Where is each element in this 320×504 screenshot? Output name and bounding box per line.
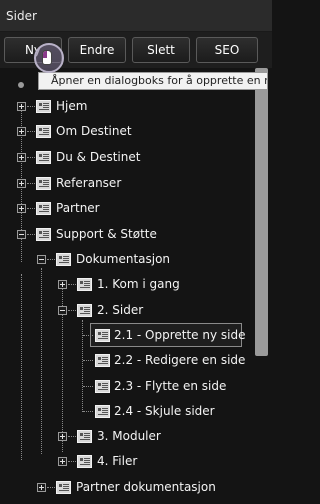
tree-node-du-destinet[interactable]: Du & Destinet — [0, 146, 252, 170]
tree-node-label: Support & Støtte — [56, 227, 157, 241]
page-icon — [36, 177, 51, 190]
tree-node-label: Referanser — [56, 176, 122, 190]
page-icon — [95, 405, 110, 418]
tree-node-label: Du & Destinet — [56, 150, 141, 164]
scrollbar-thumb[interactable] — [255, 68, 268, 356]
tree-connector — [47, 259, 55, 260]
page-icon — [36, 125, 51, 138]
tree-connector — [27, 208, 35, 209]
page-icon — [95, 380, 110, 393]
expand-icon[interactable] — [58, 432, 67, 441]
tree-connector — [27, 234, 35, 235]
panel-header: Sider — [0, 0, 272, 32]
tooltip: Åpner en dialogboks for å opprette en ny… — [38, 72, 268, 90]
page-icon — [36, 100, 51, 113]
tree-node-label: 4. Filer — [97, 454, 138, 468]
tree-root-icon — [18, 82, 24, 88]
tree-scrollbar[interactable] — [254, 68, 272, 504]
tree-connector — [27, 106, 35, 107]
mouse-icon — [42, 50, 52, 65]
tree-connector — [27, 183, 35, 184]
tree-node-label: Dokumentasjon — [76, 252, 171, 266]
expand-icon[interactable] — [37, 483, 46, 492]
collapse-icon[interactable] — [37, 255, 46, 264]
tree-connector — [83, 360, 93, 361]
collapse-icon[interactable] — [58, 306, 67, 315]
tree-node-redigere-en-side[interactable]: 2.2 - Redigere en side — [0, 349, 252, 373]
page-icon — [95, 354, 110, 367]
seo-button[interactable]: SEO — [196, 37, 258, 63]
page-icon — [77, 455, 92, 468]
tree-node-label: Om Destinet — [56, 124, 132, 138]
tree-connector — [47, 487, 55, 488]
expand-icon[interactable] — [17, 204, 26, 213]
page-icon — [36, 228, 51, 241]
tree-node-label: 1. Kom i gang — [97, 277, 180, 291]
tree-connector — [27, 157, 35, 158]
tree-node-label: 2. Sider — [97, 303, 144, 317]
tree-connector — [83, 411, 93, 412]
tree-node-dokumentasjon[interactable]: Dokumentasjon — [0, 248, 252, 272]
page-icon — [36, 202, 51, 215]
tree-connector — [68, 284, 76, 285]
delete-button[interactable]: Slett — [132, 37, 190, 63]
tree-node-label: 2.3 - Flytte en side — [114, 379, 227, 393]
expand-icon[interactable] — [58, 280, 67, 289]
tree-node-label: 3. Moduler — [97, 429, 161, 443]
expand-icon[interactable] — [58, 457, 67, 466]
page-tree: Hjem Om Destinet Du & Destinet Referanse… — [0, 68, 252, 504]
expand-icon[interactable] — [17, 153, 26, 162]
tree-node-label: 2.1 - Opprette ny side — [114, 328, 246, 342]
expand-icon[interactable] — [17, 102, 26, 111]
page-icon — [77, 278, 92, 291]
tree-connector — [68, 436, 76, 437]
tree-node-partner[interactable]: Partner — [0, 197, 252, 221]
page-icon — [56, 481, 71, 494]
tree-node-moduler[interactable]: 3. Moduler — [0, 425, 252, 449]
tree-node-filer[interactable]: 4. Filer — [0, 450, 252, 474]
collapse-icon[interactable] — [17, 230, 26, 239]
mouse-cursor-icon — [34, 43, 64, 73]
tree-connector — [83, 335, 93, 336]
edit-button[interactable]: Endre — [68, 37, 126, 63]
tree-connector — [68, 461, 76, 462]
tree-node-flytte-en-side[interactable]: 2.3 - Flytte en side — [0, 375, 252, 399]
tree-node-partner-dokumentasjon[interactable]: Partner dokumentasjon — [0, 476, 252, 500]
tree-node-referanser[interactable]: Referanser — [0, 172, 252, 196]
tree-node-sider[interactable]: 2. Sider — [0, 299, 252, 323]
tree-connector — [83, 386, 93, 387]
tree-node-opprette-ny-side[interactable]: 2.1 - Opprette ny side — [0, 324, 252, 348]
page-icon — [36, 151, 51, 164]
tree-node-label: Partner dokumentasjon — [76, 480, 216, 494]
page-icon — [95, 329, 110, 342]
tree-node-kom-i-gang[interactable]: 1. Kom i gang — [0, 273, 252, 297]
tree-node-skjule-sider[interactable]: 2.4 - Skjule sider — [0, 400, 252, 424]
tree-connector — [68, 310, 76, 311]
tree-node-label: Hjem — [56, 99, 88, 113]
page-icon — [77, 430, 92, 443]
tree-node-hjem[interactable]: Hjem — [0, 95, 252, 119]
tree-node-om-destinet[interactable]: Om Destinet — [0, 120, 252, 144]
tree-node-label: Partner — [56, 201, 100, 215]
tree-connector — [27, 131, 35, 132]
expand-icon[interactable] — [17, 179, 26, 188]
tree-node-label: 2.4 - Skjule sider — [114, 404, 215, 418]
expand-icon[interactable] — [17, 127, 26, 136]
page-icon — [56, 253, 71, 266]
tree-node-label: 2.2 - Redigere en side — [114, 353, 246, 367]
page-icon — [77, 304, 92, 317]
panel-title: Sider — [6, 9, 37, 23]
tree-node-support-stotte[interactable]: Support & Støtte — [0, 223, 252, 247]
